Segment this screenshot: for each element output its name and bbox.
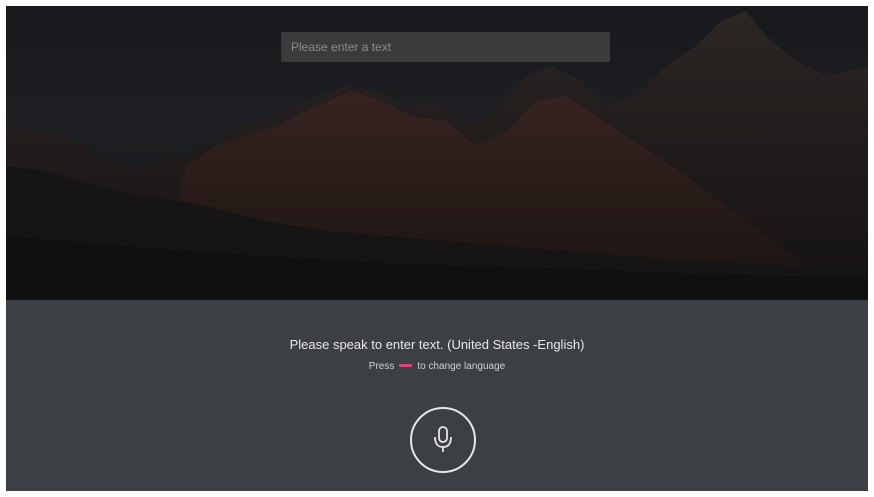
close-button[interactable]	[828, 36, 854, 58]
voice-input-screen: Please speak to enter text. (United Stat…	[6, 6, 868, 491]
search-input[interactable]	[281, 32, 610, 62]
microphone-icon	[434, 426, 452, 452]
background-landscape	[6, 6, 868, 300]
microphone-button[interactable]	[410, 407, 476, 473]
red-button-icon	[399, 363, 413, 367]
hint-change-language-text: to change language	[417, 361, 506, 372]
language-hint: Press to change language	[6, 361, 868, 372]
voice-prompt-text: Please speak to enter text. (United Stat…	[289, 337, 585, 352]
voice-input-panel: Please speak to enter text. (United Stat…	[6, 300, 868, 491]
close-icon	[828, 36, 868, 300]
hint-press-text: Press	[368, 361, 395, 372]
